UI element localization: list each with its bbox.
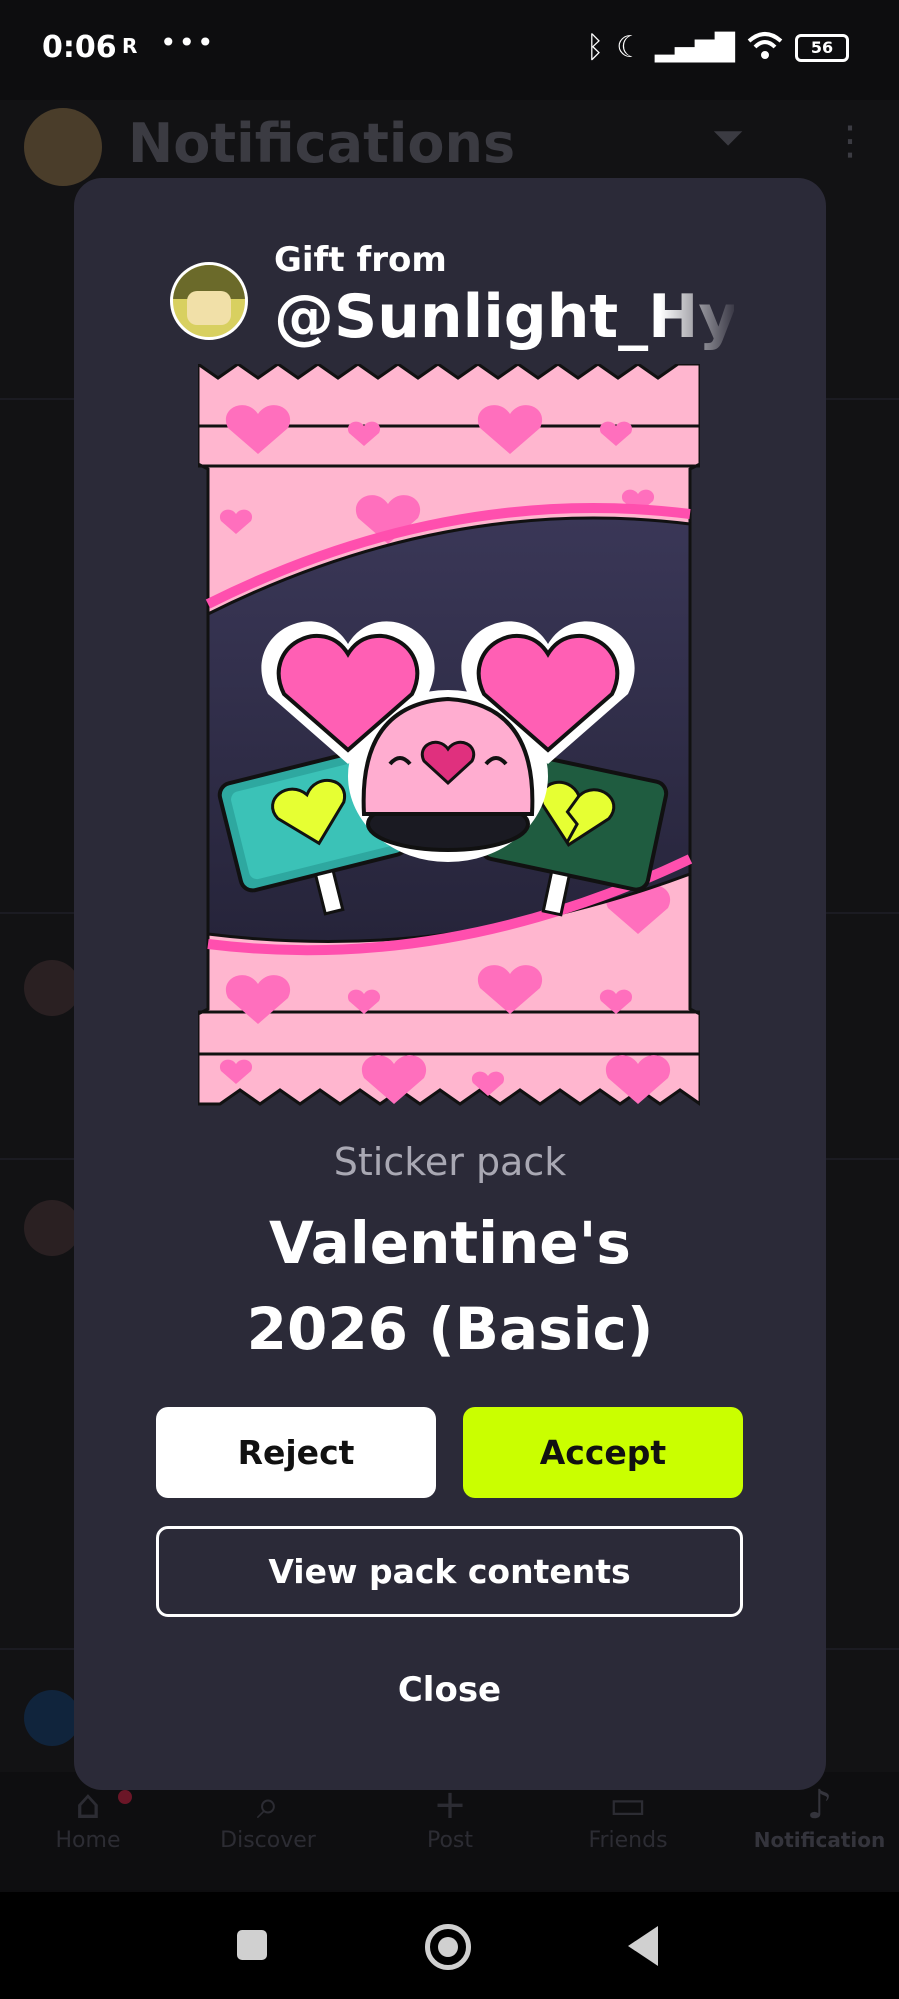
nav-notification[interactable]: ♪ Notification — [740, 1782, 899, 1852]
sender-avatar — [170, 262, 248, 340]
moon-icon: ☾ — [616, 30, 644, 65]
status-time: 0:06 — [42, 30, 117, 65]
sim-indicator: R — [122, 34, 138, 58]
nav-discover[interactable]: ⌕ Discover — [198, 1782, 338, 1853]
bluetooth-icon: ᛒ — [586, 30, 605, 65]
pack-name-text: Valentine's 2026 (Basic) — [246, 1209, 654, 1363]
status-bar: 0:06 R ••• ᛒ ☾ ▂▄▆█ 56 — [0, 0, 899, 100]
battery-icon: 56 — [795, 33, 849, 62]
page-title: Notifications — [128, 112, 516, 175]
profile-avatar — [24, 108, 102, 186]
notification-badge — [118, 1790, 132, 1804]
nav-home[interactable]: ⌂ Home — [18, 1782, 158, 1853]
list-item-avatar — [24, 1690, 80, 1746]
nav-friends[interactable]: ▭ Friends — [558, 1782, 698, 1853]
list-item-avatar — [24, 1200, 80, 1256]
close-button[interactable]: Close — [156, 1650, 743, 1730]
recents-button[interactable] — [237, 1930, 267, 1960]
back-button[interactable] — [628, 1926, 658, 1966]
home-button[interactable] — [425, 1924, 471, 1970]
nav-post[interactable]: + Post — [380, 1782, 520, 1853]
sticker-pack-image — [196, 361, 702, 1116]
gift-from-label: Gift from — [274, 240, 447, 280]
view-pack-contents-button[interactable]: View pack contents — [156, 1526, 743, 1617]
list-item-avatar — [24, 960, 80, 1016]
accept-button[interactable]: Accept — [463, 1407, 743, 1498]
more-vert-icon: ⋮ — [830, 118, 870, 164]
reject-button[interactable]: Reject — [156, 1407, 436, 1498]
nav-label: Home — [55, 1828, 121, 1853]
wifi-icon — [747, 31, 783, 65]
nav-label: Post — [426, 1828, 474, 1853]
pack-type-label: Sticker pack — [333, 1140, 567, 1184]
signal-icon: ▂▄▆█ — [655, 32, 735, 63]
nav-label: Friends — [588, 1828, 668, 1853]
pack-name: Valentine's 2026 (Basic) — [74, 1200, 826, 1372]
nav-label: Discover — [220, 1828, 316, 1853]
more-notifications-icon: ••• — [160, 26, 216, 59]
status-icons: ᛒ ☾ ▂▄▆█ 56 — [586, 30, 849, 65]
username-fade — [660, 282, 740, 358]
filter-icon: ⏷ — [712, 115, 744, 161]
nav-label: Notification — [753, 1828, 886, 1852]
